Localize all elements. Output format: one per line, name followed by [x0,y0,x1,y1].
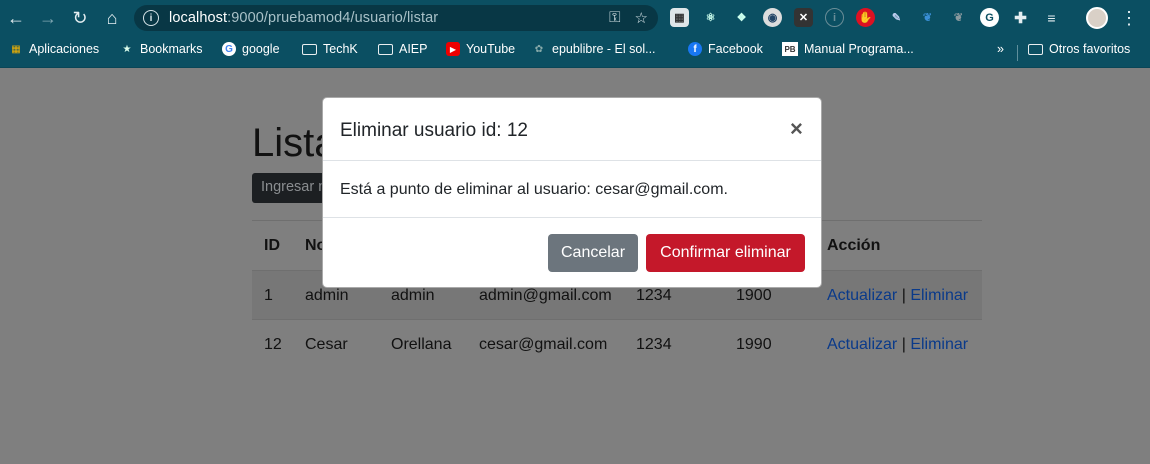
cell-id: 1 [264,287,273,304]
action-separator: | [901,287,906,304]
folder-icon [1028,43,1043,55]
bookmark-otros-favoritos[interactable]: Otros favoritos [1028,42,1130,56]
bookmark-techk[interactable]: TechK [302,42,358,56]
bookmarks-divider [1017,45,1018,61]
site-info-icon[interactable]: i [143,10,159,26]
folder-icon [378,43,393,55]
menu-icon[interactable]: ⋮ [1120,8,1138,29]
close-icon[interactable]: × [790,116,803,142]
col-header-accion: Acción [827,237,881,254]
google-icon: G [222,42,236,56]
delete-link[interactable]: Eliminar [910,287,968,304]
pen-icon[interactable]: ✎ [887,8,906,27]
bookmark-star-icon[interactable]: ☆ [635,9,648,27]
folder-icon [302,43,317,55]
home-icon[interactable]: ⌂ [96,0,128,36]
adblock-icon[interactable]: ✋ [856,8,875,27]
cell-id: 12 [264,336,282,353]
profile-avatar[interactable] [1086,7,1108,29]
dropbox-icon[interactable]: ❖ [732,8,751,27]
puzzle-icon[interactable]: ✚ [1011,8,1030,27]
modal-title: Eliminar usuario id: 12 [340,120,528,141]
cell-email: admin@gmail.com [479,287,612,304]
bookmark-manual[interactable]: PB Manual Programa... [782,42,914,56]
table-row-border [252,319,982,320]
cell-email: cesar@gmail.com [479,336,608,353]
react-icon[interactable]: ⚛ [701,8,720,27]
extension-i-icon[interactable]: i [825,8,844,27]
modal-body-text: Está a punto de eliminar al usuario: ces… [340,181,728,198]
reload-icon[interactable]: ↻ [64,0,96,36]
feather-gray-icon[interactable]: ❦ [949,8,968,27]
modal-footer-divider [323,217,821,218]
cell-telefono: 1234 [636,336,672,353]
cell-nombre: admin [305,287,349,304]
delete-confirm-modal: Eliminar usuario id: 12 × Está a punto d… [322,97,822,288]
address-bar[interactable]: i localhost:9000/pruebamod4/usuario/list… [134,5,658,31]
update-link[interactable]: Actualizar [827,287,897,304]
confirm-delete-button[interactable]: Confirmar eliminar [646,234,805,272]
extensions-area: ▦ ⚛ ❖ ◉ ✕ i ✋ ✎ ❦ ❦ G ✚ ≡ [670,8,1061,27]
bookmark-google[interactable]: G google [222,42,280,56]
bookmark-epublibre[interactable]: ✿ epublibre - El sol... [532,42,656,56]
epublibre-icon: ✿ [534,43,544,55]
cell-apellido: admin [391,287,435,304]
apps-grid-icon: ▦ [11,43,21,55]
extension-x-icon[interactable]: ✕ [794,8,813,27]
modal-header-divider [323,160,821,161]
add-user-button[interactable]: Ingresar n [252,173,332,203]
grammarly-icon[interactable]: G [980,8,999,27]
bookmark-youtube[interactable]: ▶ YouTube [446,42,515,56]
pb-icon: PB [782,42,798,56]
cell-telefono: 1234 [636,287,672,304]
star-icon: ★ [122,43,132,55]
cell-actions: Actualizar | Eliminar [827,287,968,305]
action-separator: | [901,336,906,353]
url-text[interactable]: localhost:9000/pruebamod4/usuario/listar [169,10,438,26]
cell-anio: 1900 [736,287,772,304]
cancel-button[interactable]: Cancelar [548,234,638,272]
cell-anio: 1990 [736,336,772,353]
cell-actions: Actualizar | Eliminar [827,336,968,354]
youtube-icon: ▶ [446,42,460,56]
bookmark-aplicaciones[interactable]: ▦ Aplicaciones [9,42,99,56]
feather-blue-icon[interactable]: ❦ [918,8,937,27]
bookmark-facebook[interactable]: f Facebook [688,42,763,56]
facebook-icon: f [688,42,702,56]
forward-icon[interactable]: → [32,0,64,36]
update-link[interactable]: Actualizar [827,336,897,353]
cell-apellido: Orellana [391,336,452,353]
cell-nombre: Cesar [305,336,348,353]
key-icon[interactable]: ⚿ [609,9,620,27]
extension-grid-icon[interactable]: ▦ [670,8,689,27]
back-icon[interactable]: ← [0,0,32,36]
delete-link[interactable]: Eliminar [910,336,968,353]
extension-circle-icon[interactable]: ◉ [763,8,782,27]
bookmark-aiep[interactable]: AIEP [378,42,428,56]
bookmarks-bar: ▦ Aplicaciones ★ Bookmarks G google Tech… [0,36,1150,68]
col-header-id: ID [264,237,280,254]
media-queue-icon[interactable]: ≡ [1042,8,1061,27]
bookmark-bookmarks[interactable]: ★ Bookmarks [120,42,203,56]
bookmarks-overflow-icon[interactable]: » [997,42,1004,56]
